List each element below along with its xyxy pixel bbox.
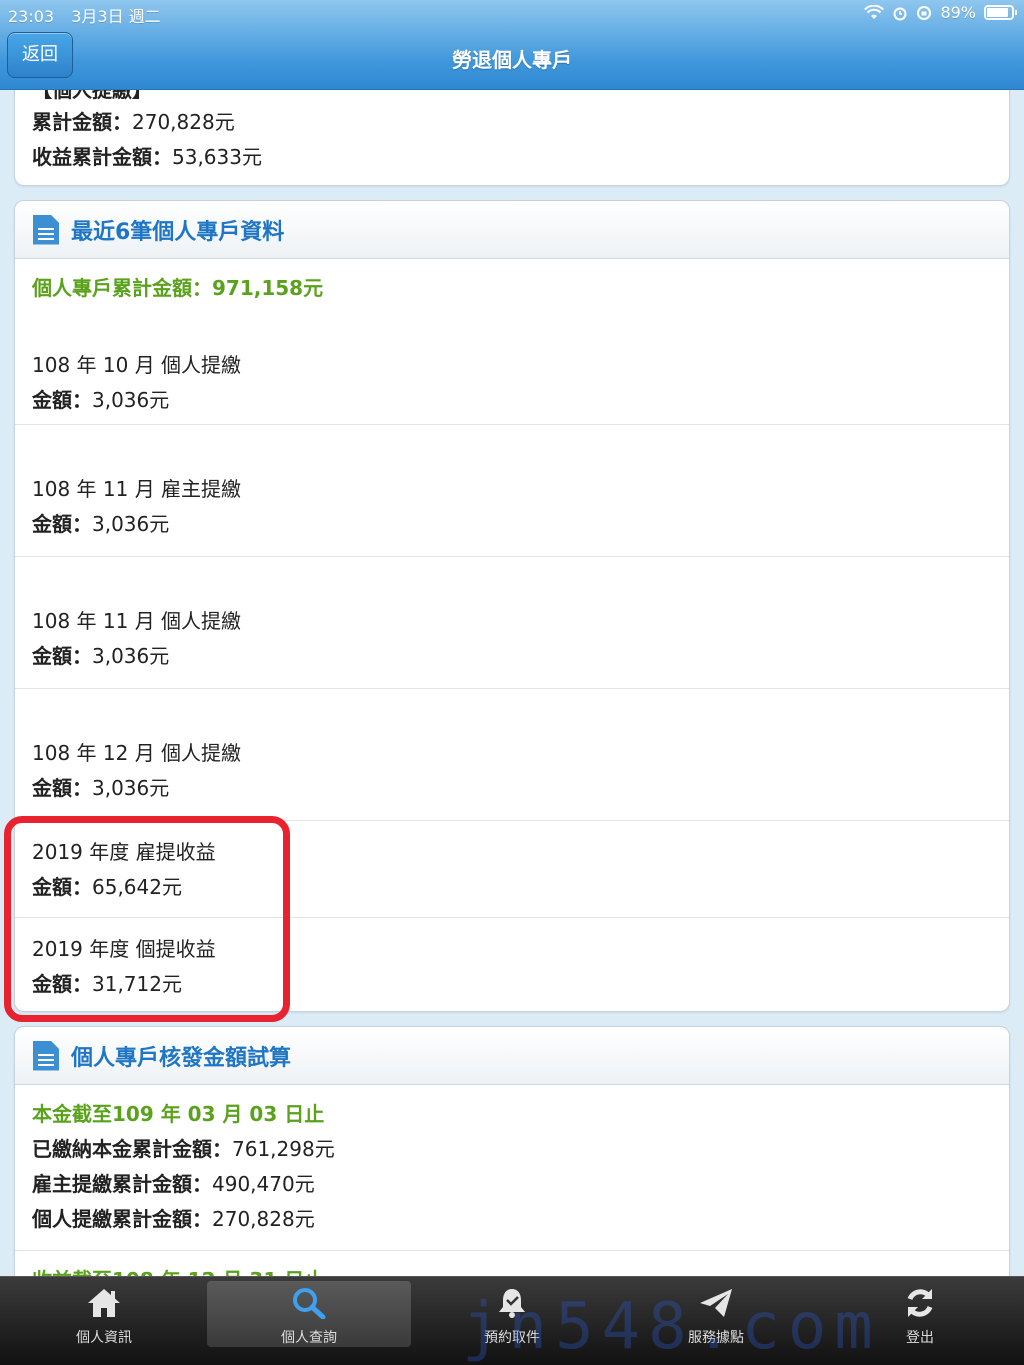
accumulated-amount-row: 累計金額：270,828元 — [32, 110, 235, 134]
status-date: 3月3日 週二 — [71, 7, 161, 26]
battery-icon — [984, 5, 1017, 20]
record-amount: 3,036元 — [92, 776, 170, 800]
payout-calculation-card: 個人專戶核發金額試算 本金截至109 年 03 月 03 日止 已繳納本金累計金… — [14, 1026, 1010, 1316]
record-period: 2019 年度 雇提收益 — [32, 840, 216, 864]
record-period: 108 年 12 月 個人提繳 — [32, 741, 242, 765]
status-time: 23:03 — [8, 7, 55, 26]
personal-contribution-row: 個人提繳累計金額：270,828元 — [32, 1207, 315, 1231]
card-title: 最近6筆個人專戶資料 — [71, 219, 285, 245]
rotation-lock-icon — [917, 5, 932, 20]
principal-heading: 本金截至109 年 03 月 03 日止 — [32, 1102, 325, 1126]
record-row: 108 年 11 月 雇主提繳 金額：3,036元 — [15, 425, 1009, 557]
record-row: 2019 年度 個提收益 金額：31,712元 — [15, 918, 1009, 1011]
alarm-icon — [893, 7, 907, 20]
page-title: 勞退個人專戶 — [452, 48, 572, 72]
tab-personal-info[interactable]: 個人資訊 — [2, 1281, 206, 1347]
tab-bar: 個人資訊 個人查詢 預約取件 服務據點 登出 — [0, 1276, 1024, 1365]
record-row: 108 年 12 月 個人提繳 金額：3,036元 — [15, 689, 1009, 821]
tab-personal-query[interactable]: 個人查詢 — [207, 1281, 411, 1347]
refresh-icon — [907, 1289, 933, 1317]
card-header: 個人專戶核發金額試算 — [15, 1027, 1009, 1085]
record-period: 108 年 11 月 雇主提繳 — [32, 477, 242, 501]
account-total: 個人專戶累計金額：971,158元 — [32, 276, 324, 300]
accumulated-earnings-row: 收益累計金額：53,633元 — [32, 145, 262, 169]
tab-service-locations[interactable]: 服務據點 — [614, 1281, 818, 1347]
record-amount: 31,712元 — [92, 972, 182, 996]
record-period: 2019 年度 個提收益 — [32, 937, 216, 961]
tab-appointment-pickup[interactable]: 預約取件 — [410, 1281, 614, 1347]
navigation-bar: 23:03 3月3日 週二 89% 返回 勞退個人專戶 — [0, 0, 1024, 90]
bell-icon — [499, 1289, 525, 1318]
record-amount: 65,642元 — [92, 875, 182, 899]
paper-plane-icon — [700, 1289, 732, 1317]
record-row: 108 年 11 月 個人提繳 金額：3,036元 — [15, 557, 1009, 689]
record-amount: 3,036元 — [92, 644, 170, 668]
search-icon — [293, 1288, 326, 1319]
document-icon — [33, 1040, 59, 1071]
home-icon — [88, 1289, 120, 1317]
employer-contribution-row: 雇主提繳累計金額：490,470元 — [32, 1172, 315, 1196]
card-title: 個人專戶核發金額試算 — [71, 1045, 292, 1071]
battery-percent: 89% — [940, 3, 976, 22]
document-icon — [33, 214, 59, 245]
wifi-icon — [864, 4, 885, 19]
card-header: 最近6筆個人專戶資料 — [15, 201, 1009, 259]
record-amount: 3,036元 — [92, 388, 170, 412]
record-amount: 3,036元 — [92, 512, 170, 536]
paid-principal-row: 已繳納本金累計金額：761,298元 — [32, 1137, 335, 1161]
record-period: 108 年 10 月 個人提繳 — [32, 353, 242, 377]
record-row: 108 年 10 月 個人提繳 金額：3,036元 — [15, 317, 1009, 425]
tab-logout[interactable]: 登出 — [818, 1281, 1022, 1347]
record-period: 108 年 11 月 個人提繳 — [32, 609, 242, 633]
record-row: 2019 年度 雇提收益 金額：65,642元 — [15, 821, 1009, 918]
recent-records-card: 最近6筆個人專戶資料 個人專戶累計金額：971,158元 108 年 10 月 … — [14, 200, 1010, 1012]
status-bar: 23:03 3月3日 週二 89% — [0, 3, 1024, 26]
